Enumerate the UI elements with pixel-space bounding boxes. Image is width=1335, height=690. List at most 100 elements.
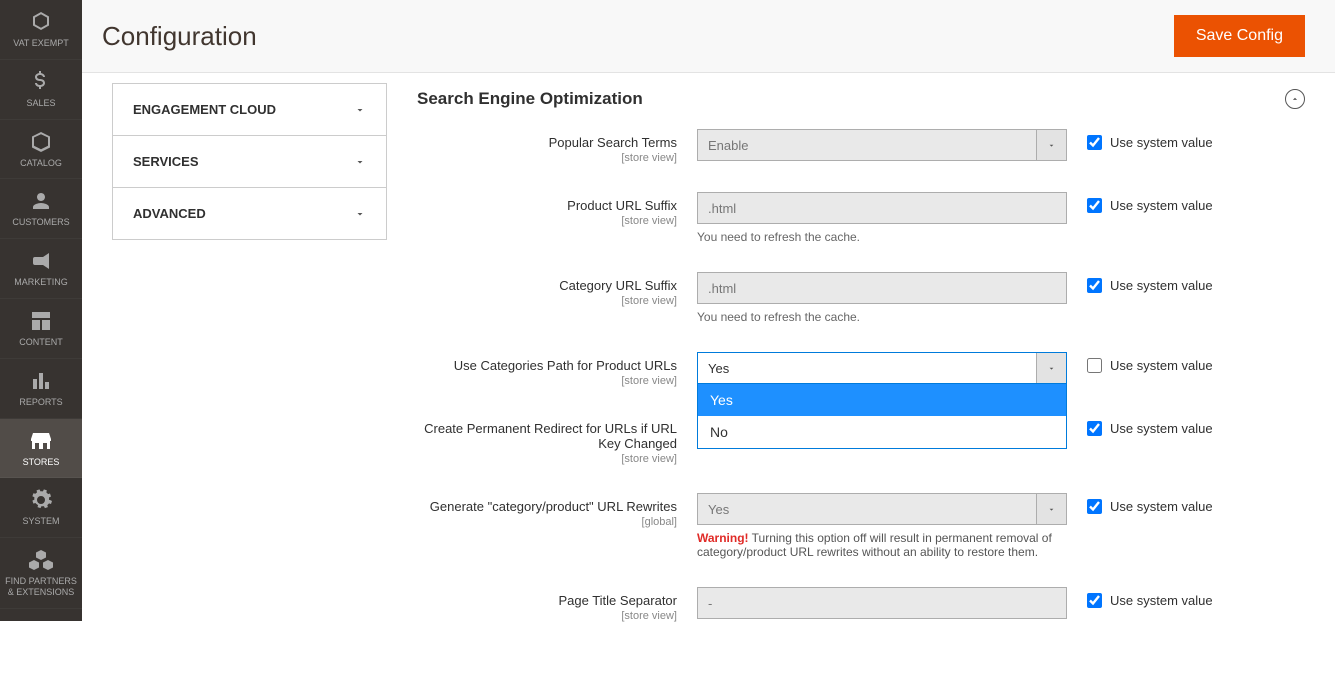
field-note: You need to refresh the cache. [697, 310, 1067, 324]
page-title: Configuration [102, 21, 257, 52]
section-header[interactable]: Search Engine Optimization [417, 83, 1305, 129]
use-categories-path-select[interactable]: Yes [697, 352, 1067, 384]
sidebar-item-label: STORES [23, 457, 60, 468]
label-scope: [store view] [417, 152, 677, 164]
label-scope: [global] [417, 516, 677, 528]
caret-down-icon [1047, 364, 1056, 373]
field-note: You need to refresh the cache. [697, 230, 1067, 244]
use-system-checkbox[interactable] [1087, 358, 1102, 373]
layout-icon [29, 309, 53, 333]
use-system-checkbox[interactable] [1087, 135, 1102, 150]
use-system-checkbox[interactable] [1087, 421, 1102, 436]
warning-prefix: Warning! [697, 531, 749, 545]
nav-section-label: ENGAGEMENT CLOUD [133, 102, 276, 117]
nav-section-advanced[interactable]: ADVANCED [113, 187, 386, 239]
chevron-down-icon [354, 208, 366, 220]
use-system-checkbox[interactable] [1087, 278, 1102, 293]
use-system-label[interactable]: Use system value [1110, 421, 1213, 436]
dropdown-option-yes[interactable]: Yes [698, 384, 1066, 416]
use-system-label[interactable]: Use system value [1110, 135, 1213, 150]
field-control: - [697, 587, 1067, 619]
popular-terms-select: Enable [697, 129, 1067, 161]
sidebar-item-reports[interactable]: REPORTS [0, 359, 82, 419]
chevron-down-icon [354, 156, 366, 168]
sidebar-item-stores[interactable]: STORES [0, 419, 82, 479]
sidebar-item-label: FIND PARTNERS & EXTENSIONS [4, 576, 78, 598]
sidebar-item-label: MARKETING [14, 277, 68, 288]
label-text: Use Categories Path for Product URLs [454, 358, 677, 373]
use-system-label[interactable]: Use system value [1110, 358, 1213, 373]
label-text: Product URL Suffix [567, 198, 677, 213]
chevron-up-icon [1290, 94, 1300, 104]
sidebar-item-sales[interactable]: SALES [0, 60, 82, 120]
select-value: Enable [708, 138, 1036, 153]
dollar-icon [29, 70, 53, 94]
page-header: Configuration Save Config [82, 0, 1335, 73]
label-scope: [store view] [417, 215, 677, 227]
sidebar-item-label: SYSTEM [22, 516, 59, 527]
label-text: Create Permanent Redirect for URLs if UR… [424, 421, 677, 451]
field-product-url-suffix: Product URL Suffix [store view] .html Yo… [417, 192, 1305, 244]
sidebar-item-label: CUSTOMERS [12, 217, 69, 228]
use-system-checkbox[interactable] [1087, 593, 1102, 608]
section-title: Search Engine Optimization [417, 89, 643, 109]
field-label: Category URL Suffix [store view] [417, 272, 697, 307]
select-dropdown: Yes No [697, 384, 1067, 449]
select-caret [1036, 130, 1066, 160]
use-system-checkbox[interactable] [1087, 198, 1102, 213]
field-control: .html You need to refresh the cache. [697, 272, 1067, 324]
sidebar-item-marketing[interactable]: MARKETING [0, 239, 82, 299]
category-suffix-input: .html [697, 272, 1067, 304]
field-control: .html You need to refresh the cache. [697, 192, 1067, 244]
field-label: Product URL Suffix [store view] [417, 192, 697, 227]
admin-sidebar: VAT EXEMPT SALES CATALOG CUSTOMERS MARKE… [0, 0, 82, 621]
label-text: Category URL Suffix [559, 278, 677, 293]
field-label: Use Categories Path for Product URLs [st… [417, 352, 697, 387]
chevron-down-icon [354, 104, 366, 116]
nav-section-engagement-cloud[interactable]: ENGAGEMENT CLOUD [113, 83, 386, 135]
hexagon-icon [29, 10, 53, 34]
select-value: Yes [708, 361, 1036, 376]
sidebar-item-customers[interactable]: CUSTOMERS [0, 179, 82, 239]
dropdown-option-no[interactable]: No [698, 416, 1066, 448]
nav-section-label: ADVANCED [133, 206, 206, 221]
chart-icon [29, 369, 53, 393]
sidebar-item-label: VAT EXEMPT [13, 38, 69, 49]
sidebar-item-vat-exempt[interactable]: VAT EXEMPT [0, 0, 82, 60]
use-system-checkbox-wrap: Use system value [1087, 493, 1213, 514]
label-scope: [store view] [417, 453, 677, 465]
select-caret[interactable] [1036, 353, 1066, 383]
label-text: Generate "category/product" URL Rewrites [430, 499, 677, 514]
use-system-checkbox-wrap: Use system value [1087, 352, 1213, 373]
field-control: Yes Warning! Turning this option off wil… [697, 493, 1067, 559]
use-system-checkbox-wrap: Use system value [1087, 129, 1213, 150]
label-scope: [store view] [417, 295, 677, 307]
use-system-label[interactable]: Use system value [1110, 198, 1213, 213]
nav-section-services[interactable]: SERVICES [113, 135, 386, 187]
use-system-label[interactable]: Use system value [1110, 278, 1213, 293]
collapse-button[interactable] [1285, 89, 1305, 109]
gear-icon [29, 488, 53, 512]
warning-text: Turning this option off will result in p… [697, 531, 1052, 559]
field-page-title-separator: Page Title Separator [store view] - Use … [417, 587, 1305, 622]
save-config-button[interactable]: Save Config [1174, 15, 1305, 57]
sidebar-item-content[interactable]: CONTENT [0, 299, 82, 359]
field-label: Generate "category/product" URL Rewrites… [417, 493, 697, 528]
sidebar-item-partners[interactable]: FIND PARTNERS & EXTENSIONS [0, 538, 82, 609]
sidebar-item-system[interactable]: SYSTEM [0, 478, 82, 538]
box-icon [29, 130, 53, 154]
content-area: ENGAGEMENT CLOUD SERVICES ADVANCED Searc… [82, 73, 1335, 690]
sidebar-item-catalog[interactable]: CATALOG [0, 120, 82, 180]
use-system-label[interactable]: Use system value [1110, 499, 1213, 514]
use-system-checkbox-wrap: Use system value [1087, 192, 1213, 213]
use-system-checkbox-wrap: Use system value [1087, 272, 1213, 293]
megaphone-icon [29, 249, 53, 273]
field-label: Popular Search Terms [store view] [417, 129, 697, 164]
use-system-checkbox[interactable] [1087, 499, 1102, 514]
use-system-checkbox-wrap: Use system value [1087, 587, 1213, 608]
config-nav-panel: ENGAGEMENT CLOUD SERVICES ADVANCED [112, 83, 387, 240]
label-text: Popular Search Terms [549, 135, 677, 150]
use-system-label[interactable]: Use system value [1110, 593, 1213, 608]
label-text: Page Title Separator [558, 593, 677, 608]
field-generate-rewrites: Generate "category/product" URL Rewrites… [417, 493, 1305, 559]
